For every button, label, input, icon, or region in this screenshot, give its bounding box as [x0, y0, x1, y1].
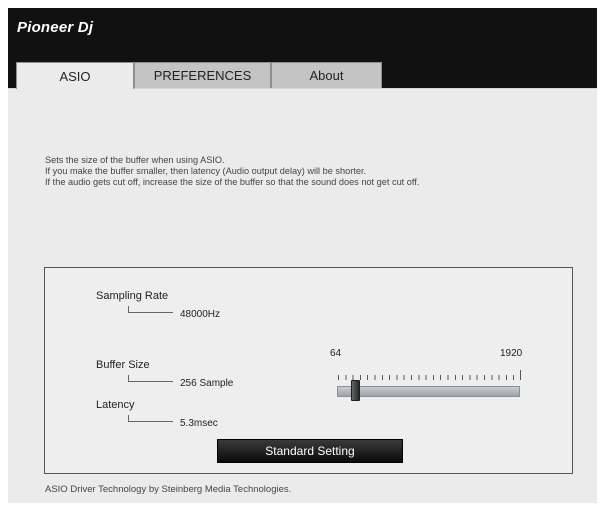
asio-description: Sets the size of the buffer when using A…	[45, 155, 585, 188]
standard-setting-button[interactable]: Standard Setting	[217, 439, 403, 463]
buffer-size-connector	[128, 375, 173, 382]
slider-end-tick	[520, 370, 521, 380]
buffer-size-slider-track[interactable]	[337, 386, 520, 397]
buffer-size-label: Buffer Size	[96, 359, 150, 371]
description-line: Sets the size of the buffer when using A…	[45, 155, 225, 165]
sampling-rate-connector	[128, 306, 173, 313]
slider-max-label: 1920	[500, 348, 523, 359]
tab-asio[interactable]: ASIO	[16, 62, 134, 89]
latency-connector	[128, 415, 173, 422]
buffer-settings-panel: Sampling Rate 48000Hz Buffer Size 256 Sa…	[44, 267, 573, 474]
footer-credit: ASIO Driver Technology by Steinberg Medi…	[45, 484, 292, 495]
tab-preferences[interactable]: PREFERENCES	[134, 62, 271, 88]
buffer-size-value: 256 Sample	[180, 378, 234, 389]
sampling-rate-label: Sampling Rate	[96, 290, 169, 302]
asio-settings-window: Pioneer Dj ASIO PREFERENCES About Sets t…	[8, 8, 597, 503]
slider-tick-marks	[338, 370, 521, 380]
description-line: If you make the buffer smaller, then lat…	[45, 166, 367, 176]
slider-min-label: 64	[330, 348, 342, 359]
latency-value: 5.3msec	[180, 418, 218, 429]
pioneer-dj-logo: Pioneer Dj	[17, 19, 94, 36]
sampling-rate-value: 48000Hz	[180, 309, 221, 320]
tab-about[interactable]: About	[271, 62, 382, 88]
buffer-size-slider-thumb[interactable]	[351, 380, 360, 401]
description-line: If the audio gets cut off, increase the …	[45, 177, 420, 187]
latency-label: Latency	[96, 399, 135, 411]
